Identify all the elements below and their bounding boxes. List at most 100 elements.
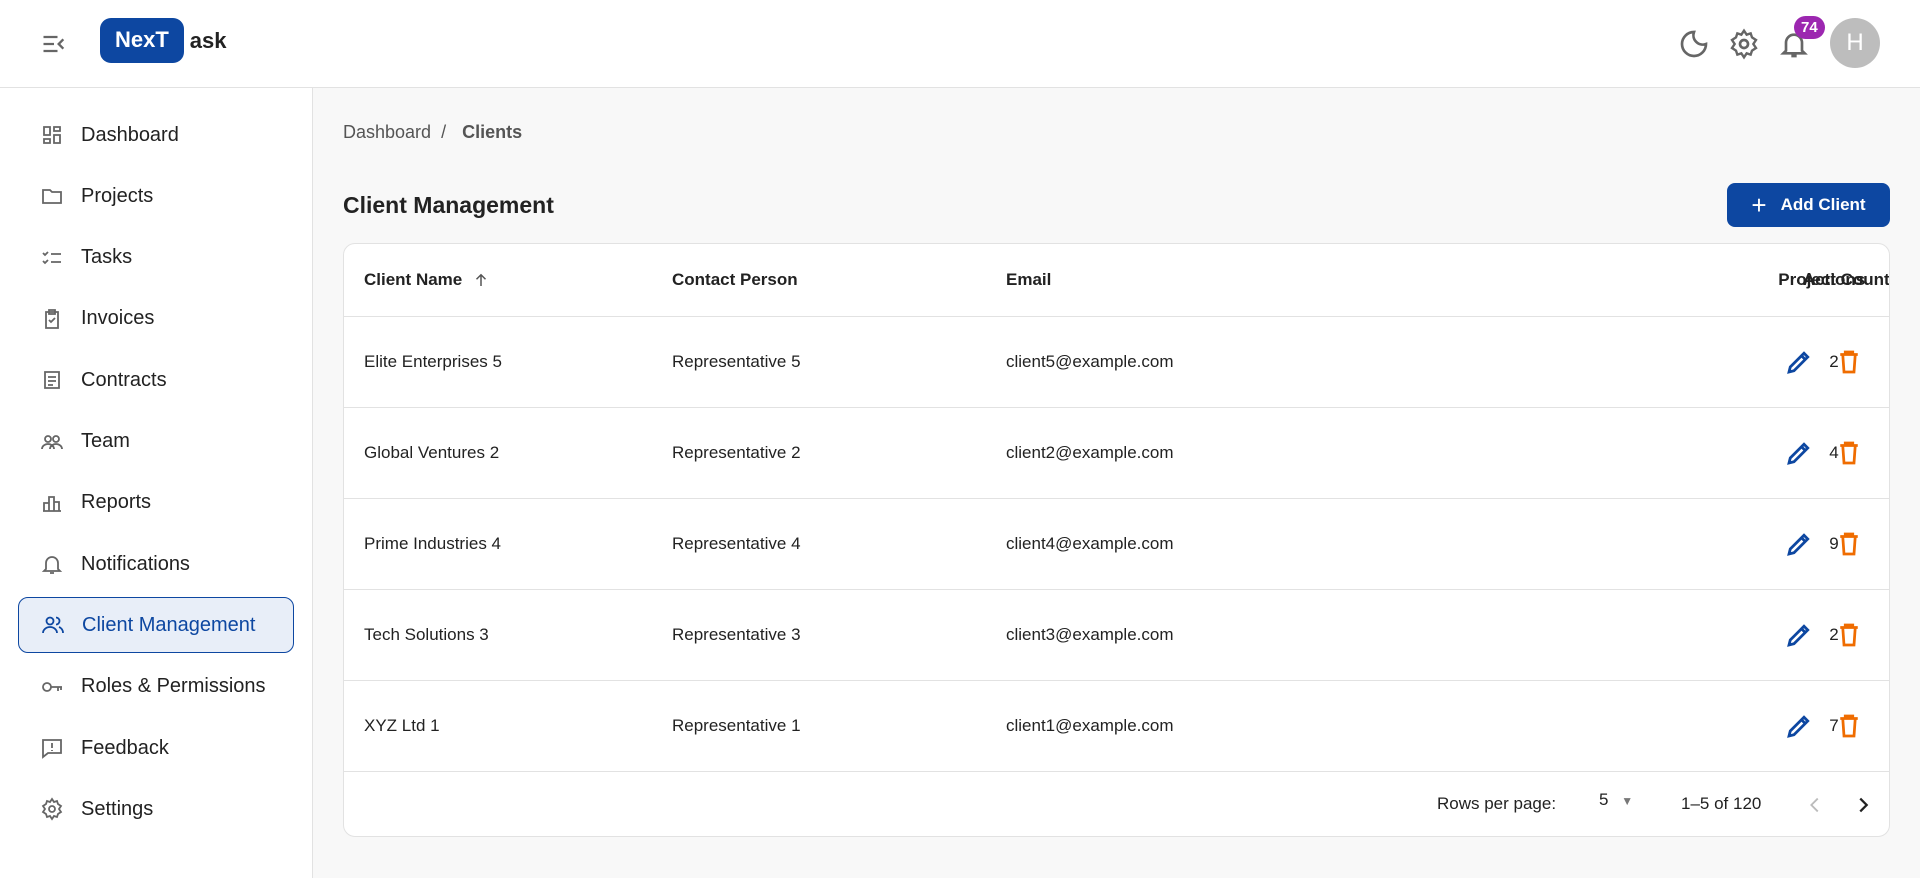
client-name-cell: Elite Enterprises 5 bbox=[364, 352, 502, 371]
client-name-cell: XYZ Ltd 1 bbox=[364, 716, 440, 735]
page-title: Client Management bbox=[343, 192, 554, 218]
gear-icon bbox=[41, 797, 63, 821]
logo-text: ask bbox=[189, 27, 227, 53]
contact-person-cell: Representative 2 bbox=[672, 443, 801, 462]
collapse-menu-icon[interactable] bbox=[40, 30, 68, 58]
header-contact-person: Contact Person bbox=[672, 270, 798, 289]
sidebar-item-team[interactable]: Team bbox=[18, 414, 294, 470]
sidebar-item-label: Settings bbox=[81, 797, 154, 820]
delete-trash-icon[interactable] bbox=[1834, 347, 1864, 377]
client-name-cell: Global Ventures 2 bbox=[364, 443, 500, 462]
table-header-row: Client Name Contact Person Email Project… bbox=[344, 244, 1889, 317]
breadcrumb-current: Clients bbox=[462, 122, 523, 142]
previous-page-icon[interactable] bbox=[1804, 794, 1826, 816]
edit-pencil-icon[interactable] bbox=[1784, 438, 1814, 468]
contact-person-cell: Representative 3 bbox=[672, 625, 801, 644]
document-icon bbox=[44, 371, 60, 390]
actions-cell bbox=[1674, 408, 1889, 498]
actions-cell bbox=[1674, 499, 1889, 589]
edit-pencil-icon[interactable] bbox=[1784, 347, 1814, 377]
dark-mode-moon-icon[interactable] bbox=[1678, 28, 1710, 60]
actions-cell bbox=[1674, 590, 1889, 680]
add-client-button[interactable]: + Add Client bbox=[1727, 183, 1890, 227]
breadcrumb: Dashboard / Clients bbox=[343, 122, 522, 143]
contact-person-cell: Representative 1 bbox=[672, 716, 801, 735]
client-name-cell: Prime Industries 4 bbox=[364, 534, 501, 553]
delete-trash-icon[interactable] bbox=[1834, 711, 1864, 741]
contact-person-cell: Representative 5 bbox=[672, 352, 801, 371]
sidebar-item-dashboard[interactable]: Dashboard bbox=[18, 107, 294, 163]
table-row: XYZ Ltd 1 Representative 1 client1@example… bbox=[344, 681, 1889, 772]
table-row: Global Ventures 2 Representative 2 client2… bbox=[344, 408, 1889, 499]
rows-per-page-label: Rows per page: bbox=[1437, 794, 1557, 813]
table-pagination: Rows per page: 5 ▼ 1–5 of 120 bbox=[344, 772, 1889, 836]
header-client-name[interactable]: Client Name bbox=[364, 244, 490, 316]
dropdown-arrow-icon: ▼ bbox=[1621, 794, 1634, 808]
bar-chart-icon bbox=[43, 495, 61, 512]
bell-icon bbox=[41, 556, 63, 574]
sidebar-item-label: Dashboard bbox=[81, 123, 179, 146]
email-cell: client4@example.com bbox=[1006, 534, 1174, 553]
sidebar-item-client-management[interactable]: Client Management bbox=[18, 597, 294, 654]
email-cell: client5@example.com bbox=[1006, 352, 1174, 371]
sidebar-item-notifications[interactable]: Notifications bbox=[18, 536, 294, 592]
actions-cell bbox=[1674, 681, 1889, 771]
sidebar-item-label: Reports bbox=[81, 491, 152, 514]
settings-gear-icon[interactable] bbox=[1728, 28, 1760, 60]
next-page-icon[interactable] bbox=[1852, 794, 1874, 816]
top-header: NexT ask 74 H bbox=[0, 0, 1920, 88]
sidebar-item-contracts[interactable]: Contracts bbox=[18, 352, 294, 408]
feedback-icon bbox=[42, 739, 62, 759]
team-icon bbox=[41, 434, 63, 449]
sidebar-item-reports[interactable]: Reports bbox=[18, 475, 294, 531]
header-actions: Actions bbox=[1802, 270, 1866, 289]
user-avatar[interactable]: H bbox=[1830, 18, 1880, 68]
header-email: Email bbox=[1006, 270, 1052, 289]
table-row: Prime Industries 4 Representative 4 client… bbox=[344, 499, 1889, 590]
email-cell: client1@example.com bbox=[1006, 716, 1174, 735]
sidebar-item-label: Notifications bbox=[81, 552, 190, 575]
sidebar-item-settings[interactable]: Settings bbox=[18, 781, 294, 837]
sort-ascending-icon[interactable] bbox=[472, 271, 490, 289]
people-icon bbox=[42, 616, 64, 634]
email-cell: client3@example.com bbox=[1006, 625, 1174, 644]
edit-pencil-icon[interactable] bbox=[1784, 711, 1814, 741]
actions-cell bbox=[1674, 317, 1889, 407]
logo-box: NexT bbox=[100, 18, 184, 63]
rows-per-page-select[interactable]: 5 ▼ bbox=[1599, 790, 1633, 810]
delete-trash-icon[interactable] bbox=[1834, 620, 1864, 650]
breadcrumb-dashboard-link[interactable]: Dashboard bbox=[343, 122, 431, 142]
table-row: Tech Solutions 3 Representative 3 client3@… bbox=[344, 590, 1889, 681]
sidebar-item-label: Client Management bbox=[82, 613, 256, 636]
pagination-range: 1–5 of 120 bbox=[1681, 794, 1762, 813]
sidebar: Dashboard Projects Tasks Invoices Contracts T… bbox=[0, 88, 313, 878]
edit-pencil-icon[interactable] bbox=[1784, 529, 1814, 559]
sidebar-item-roles-permissions[interactable]: Roles & Permissions bbox=[18, 659, 294, 715]
key-icon bbox=[42, 681, 62, 692]
notification-badge: 74 bbox=[1794, 16, 1825, 39]
email-cell: client2@example.com bbox=[1006, 443, 1174, 462]
sidebar-item-label: Team bbox=[81, 430, 130, 452]
sidebar-item-tasks[interactable]: Tasks bbox=[18, 230, 294, 286]
edit-pencil-icon[interactable] bbox=[1784, 620, 1814, 650]
checklist-icon bbox=[42, 250, 61, 264]
sidebar-item-invoices[interactable]: Invoices bbox=[18, 291, 294, 347]
plus-icon: + bbox=[1751, 190, 1767, 220]
sidebar-item-feedback[interactable]: Feedback bbox=[18, 720, 294, 776]
delete-trash-icon[interactable] bbox=[1834, 529, 1864, 559]
sidebar-item-label: Roles & Permissions bbox=[81, 675, 266, 698]
add-client-label: Add Client bbox=[1780, 195, 1866, 214]
delete-trash-icon[interactable] bbox=[1834, 438, 1864, 468]
sidebar-item-label: Invoices bbox=[81, 307, 155, 330]
clients-table: Client Name Contact Person Email Project… bbox=[343, 243, 1890, 837]
clipboard-check-icon bbox=[45, 308, 59, 329]
client-name-cell: Tech Solutions 3 bbox=[364, 625, 489, 644]
sidebar-item-label: Feedback bbox=[81, 736, 169, 759]
sidebar-item-projects[interactable]: Projects bbox=[18, 168, 294, 224]
table-row: Elite Enterprises 5 Representative 5 clien… bbox=[344, 317, 1889, 408]
folder-icon bbox=[42, 189, 62, 205]
logo[interactable]: NexT ask bbox=[100, 18, 227, 63]
contact-person-cell: Representative 4 bbox=[672, 534, 801, 553]
sidebar-item-label: Projects bbox=[81, 184, 154, 207]
breadcrumb-separator: / bbox=[441, 122, 447, 142]
